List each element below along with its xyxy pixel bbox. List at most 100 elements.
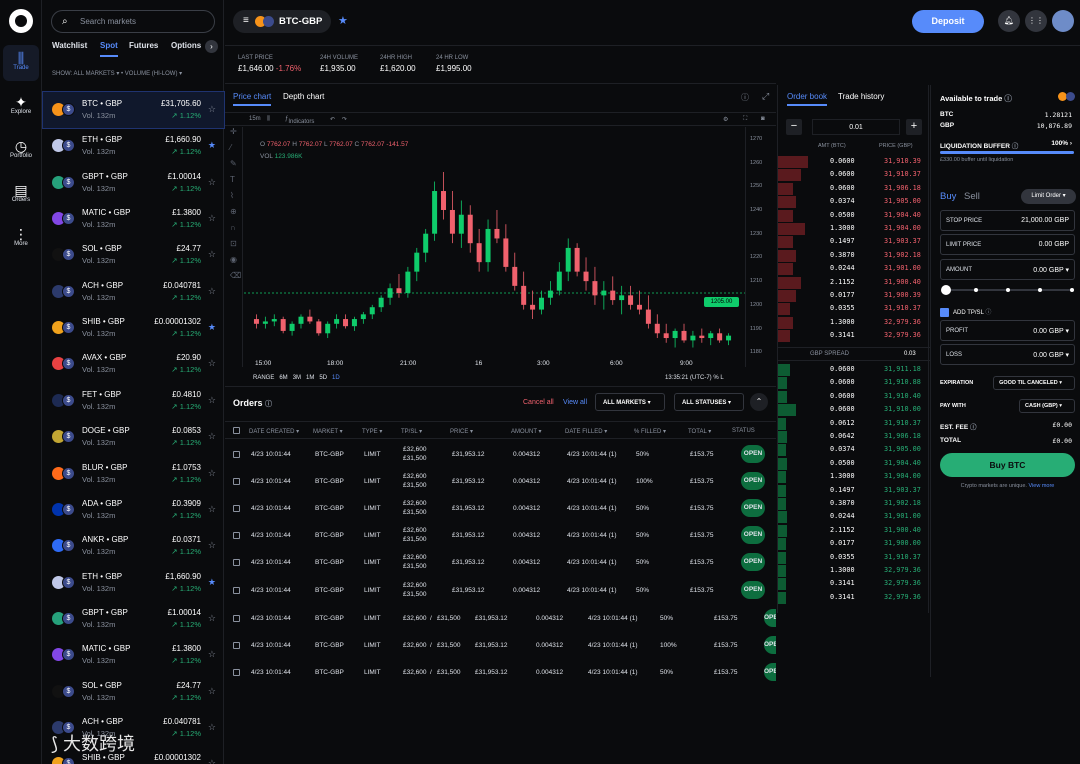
order-book-row[interactable]: 0.3141 32,979.36 bbox=[778, 329, 930, 343]
column-header[interactable]: STATUS bbox=[732, 428, 755, 434]
order-book-row[interactable]: 0.1497 31,903.37 bbox=[778, 235, 930, 249]
pair-selector[interactable]: ≡ BTC-GBP bbox=[233, 10, 331, 33]
order-book-row[interactable]: 0.0244 31,901.00 bbox=[778, 510, 930, 524]
market-row[interactable]: $ MATIC • GBP Vol. 132m £1.3800 ↗ 1.12% ☆ bbox=[43, 637, 224, 673]
status-filter-dropdown[interactable]: ALL STATUSES ▾ bbox=[674, 393, 744, 411]
zoom-icon[interactable]: ⊕ bbox=[230, 207, 237, 216]
range-option[interactable]: 3M bbox=[293, 375, 301, 381]
column-header[interactable]: MARKET ▾ bbox=[313, 428, 343, 435]
candle[interactable] bbox=[592, 266, 598, 305]
candle[interactable] bbox=[628, 285, 634, 310]
pay-with-select[interactable]: CASH (GBP) ▾ bbox=[1019, 399, 1075, 413]
row-checkbox[interactable] bbox=[233, 505, 240, 513]
candle[interactable] bbox=[378, 295, 384, 312]
order-book-row[interactable]: 0.0355 31,910.37 bbox=[778, 302, 930, 316]
apps-grid-icon[interactable]: ⋮⋮ bbox=[1025, 10, 1047, 32]
favorite-star-icon[interactable]: ☆ bbox=[208, 686, 216, 697]
favorite-star-icon[interactable]: ★ bbox=[208, 140, 216, 151]
order-book-row[interactable]: 0.0600 31,910.37 bbox=[778, 168, 930, 182]
candle[interactable] bbox=[449, 191, 455, 244]
favorite-star-icon[interactable]: ☆ bbox=[208, 540, 216, 551]
candle[interactable] bbox=[636, 290, 642, 315]
status-badge[interactable]: OPEN bbox=[741, 553, 765, 572]
range-option[interactable]: 5D bbox=[319, 375, 327, 381]
candle[interactable] bbox=[672, 328, 678, 348]
market-row[interactable]: $ FET • GBP Vol. 132m £0.4810 ↗ 1.12% ☆ bbox=[43, 383, 224, 419]
row-checkbox[interactable] bbox=[233, 532, 240, 540]
candle[interactable] bbox=[494, 209, 500, 244]
tab-depth-chart[interactable]: Depth chart bbox=[283, 92, 324, 101]
favorite-star-icon[interactable]: ★ bbox=[208, 322, 216, 333]
candle[interactable] bbox=[726, 333, 732, 346]
status-badge[interactable]: OPEN bbox=[764, 636, 776, 655]
crosshair-icon[interactable]: ✛ bbox=[230, 127, 237, 136]
candle[interactable] bbox=[521, 271, 527, 310]
decrease-button[interactable]: − bbox=[786, 119, 802, 135]
order-book-row[interactable]: 0.0244 31,901.00 bbox=[778, 262, 930, 276]
favorite-star-icon[interactable]: ☆ bbox=[208, 249, 216, 260]
sell-tab[interactable]: Sell bbox=[964, 191, 980, 202]
tab-options[interactable]: Options bbox=[171, 41, 201, 50]
text-icon[interactable]: T bbox=[230, 175, 235, 184]
redo-icon[interactable]: ↷ bbox=[342, 116, 347, 123]
column-header[interactable]: DATE CREATED ▾ bbox=[249, 428, 299, 435]
fullscreen-icon[interactable]: ⛶ bbox=[743, 116, 747, 123]
order-book-row[interactable]: 1.3000 31,904.00 bbox=[778, 222, 930, 235]
cancel-all-link[interactable]: Cancel all bbox=[523, 399, 554, 406]
market-row[interactable]: $ ETH • GBP Vol. 132m £1,660.90 ↗ 1.12% ★ bbox=[43, 128, 224, 164]
candle[interactable] bbox=[538, 290, 544, 315]
nav-trade[interactable]: ⫼ Trade bbox=[3, 45, 39, 81]
range-option[interactable]: 1D bbox=[332, 375, 340, 381]
market-row[interactable]: $ BLUR • GBP Vol. 132m £1.0753 ↗ 1.12% ☆ bbox=[43, 456, 224, 492]
row-checkbox[interactable] bbox=[233, 615, 240, 622]
table-row[interactable]: 4/23 10:01:44 BTC-GBP LIMIT £31,953.12 0.004… bbox=[225, 441, 776, 468]
market-row[interactable]: $ ACH • GBP Vol. 132m £0.040781 ↗ 1.12% ☆ bbox=[43, 274, 224, 310]
collapse-button[interactable]: ⌃ bbox=[750, 393, 768, 411]
candle[interactable] bbox=[547, 281, 553, 305]
order-book-row[interactable]: 0.1497 31,903.37 bbox=[778, 484, 930, 497]
view-more-link[interactable]: View more bbox=[1028, 483, 1054, 489]
magnet-icon[interactable]: ∩ bbox=[230, 223, 236, 232]
status-badge[interactable]: OPEN bbox=[741, 472, 765, 491]
order-book-row[interactable]: 0.0374 31,905.00 bbox=[778, 195, 930, 209]
order-book-row[interactable]: 0.3870 31,902.18 bbox=[778, 249, 930, 262]
table-row[interactable]: 4/23 10:01:44 BTC-GBP LIMIT £31,953.12 0.004… bbox=[225, 549, 776, 576]
candle[interactable] bbox=[360, 311, 366, 324]
candle[interactable] bbox=[476, 228, 482, 272]
search-input[interactable]: ⌕ Search markets bbox=[51, 10, 215, 33]
candle[interactable] bbox=[316, 319, 322, 336]
market-row[interactable]: $ GBPT • GBP Vol. 132m £1.00014 ↗ 1.12% ☆ bbox=[43, 165, 224, 201]
table-row[interactable]: 4/23 10:01:44 BTC-GBP LIMIT £31,953.12 0.004… bbox=[225, 468, 776, 495]
candle[interactable] bbox=[717, 328, 723, 343]
slider-stop[interactable] bbox=[1070, 288, 1074, 292]
order-type-dropdown[interactable]: Limit Order ▾ bbox=[1021, 189, 1076, 204]
market-row[interactable]: $ SOL • GBP Vol. 132m £24.77 ↗ 1.12% ☆ bbox=[43, 674, 224, 710]
order-book-row[interactable]: 0.0612 31,910.37 bbox=[778, 417, 930, 430]
row-checkbox[interactable] bbox=[233, 669, 240, 677]
favorite-star-icon[interactable]: ★ bbox=[338, 14, 348, 27]
candle[interactable] bbox=[307, 309, 313, 324]
brush-icon[interactable]: ✎ bbox=[230, 159, 237, 168]
column-header[interactable]: AMOUNT ▾ bbox=[511, 428, 542, 435]
candle[interactable] bbox=[654, 314, 660, 339]
row-checkbox[interactable] bbox=[233, 451, 240, 458]
expiration-select[interactable]: GOOD TIL CANCELED ▾ bbox=[993, 376, 1075, 390]
candle[interactable] bbox=[645, 295, 651, 329]
candle[interactable] bbox=[441, 172, 447, 220]
candle[interactable] bbox=[583, 257, 589, 291]
column-header[interactable]: DATE FILLED ▾ bbox=[565, 428, 607, 435]
candle[interactable] bbox=[253, 314, 259, 329]
nav-explore[interactable]: ✦ Explore bbox=[3, 89, 39, 125]
candle[interactable] bbox=[387, 283, 393, 305]
candle[interactable] bbox=[432, 181, 438, 241]
candle[interactable] bbox=[298, 314, 304, 329]
favorite-star-icon[interactable]: ☆ bbox=[208, 177, 216, 188]
market-filter[interactable]: SHOW: ALL MARKETS ▾ • VOLUME (HI-LOW) ▾ bbox=[52, 70, 182, 77]
favorite-star-icon[interactable]: ☆ bbox=[208, 395, 216, 406]
order-book-row[interactable]: 0.0500 31,904.40 bbox=[778, 457, 930, 470]
candle[interactable] bbox=[610, 276, 616, 305]
buy-btc-button[interactable]: Buy BTC bbox=[940, 453, 1075, 477]
table-row[interactable]: 4/23 10:01:44 BTC-GBP LIMIT £31,953.12 0.004… bbox=[225, 659, 776, 686]
table-row[interactable]: 4/23 10:01:44 BTC-GBP LIMIT £31,953.12 0.004… bbox=[225, 577, 776, 604]
row-checkbox[interactable] bbox=[233, 559, 240, 567]
